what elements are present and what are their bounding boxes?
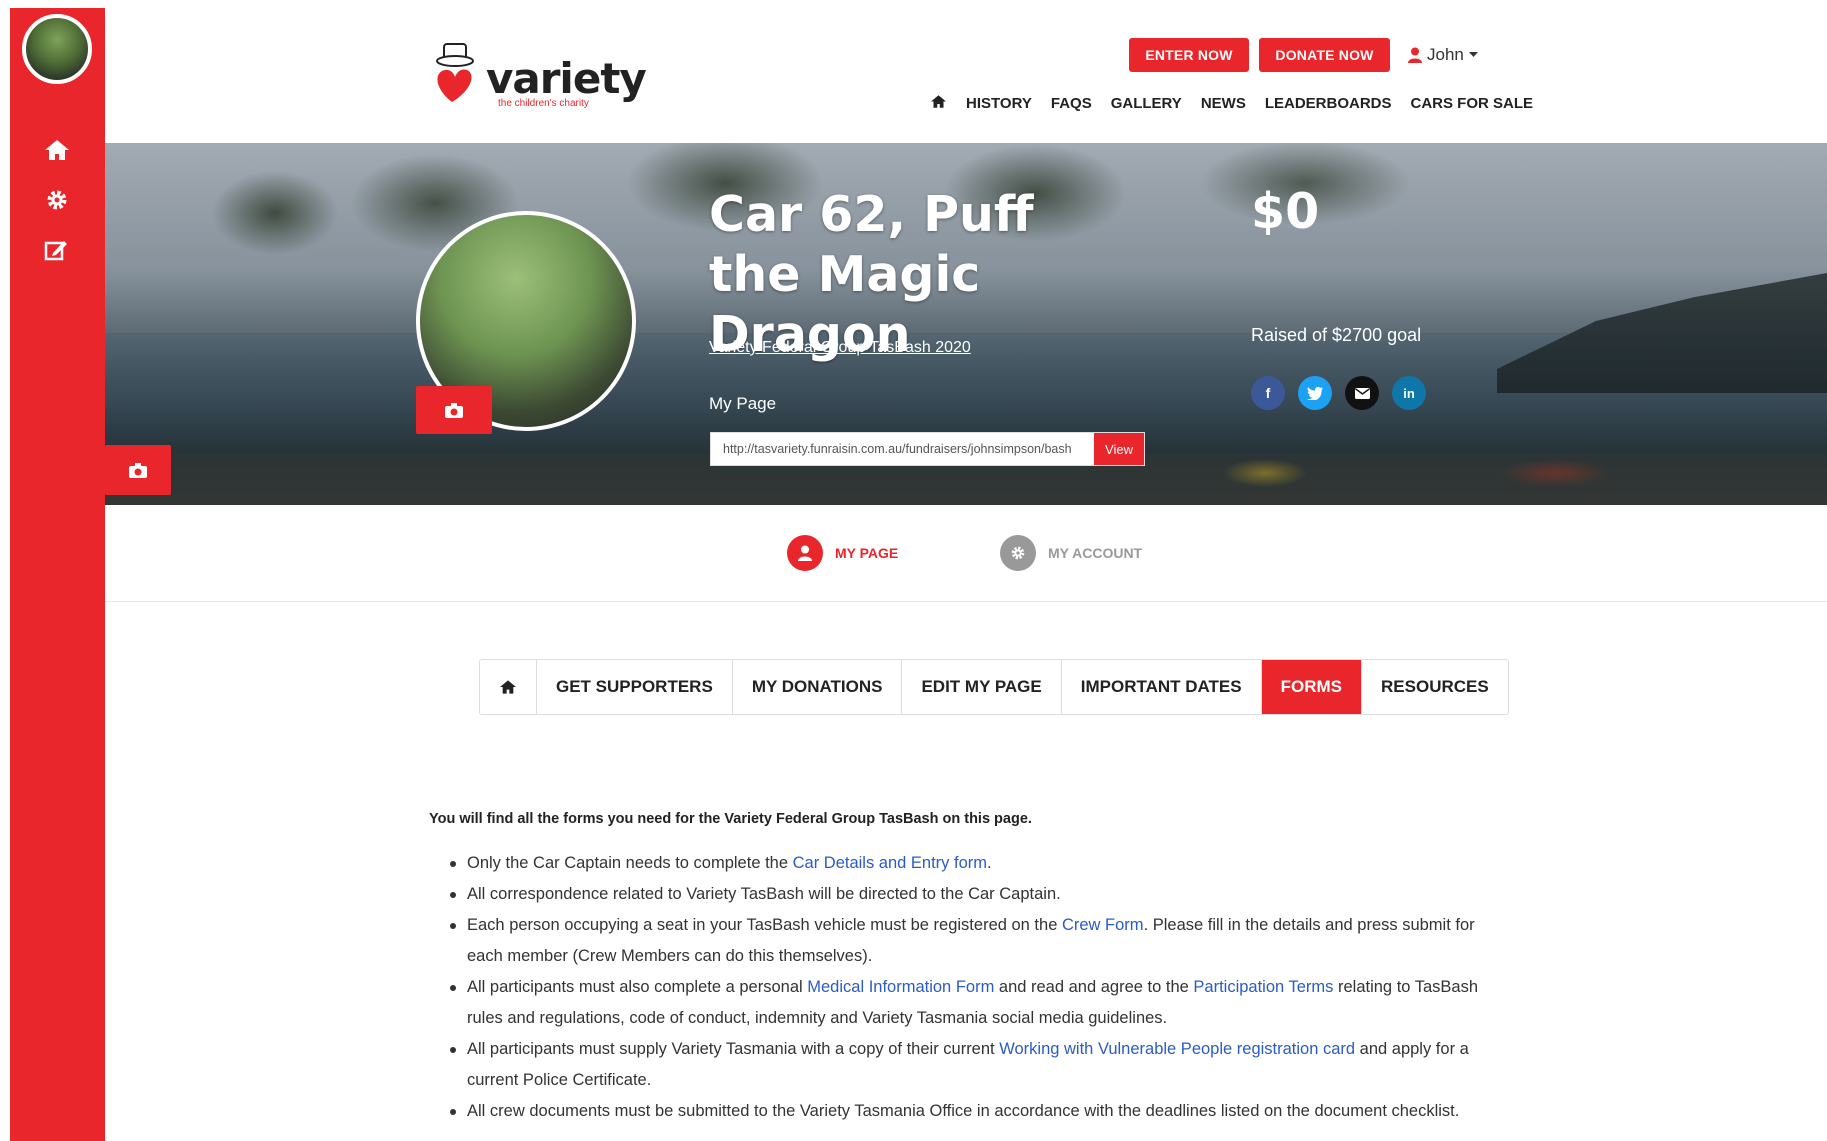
variety-logo[interactable]: variety the children's charity [430,42,647,114]
nav-news[interactable]: NEWS [1201,95,1246,112]
gear-icon[interactable] [40,183,74,217]
view-button[interactable]: View [1094,433,1144,465]
my-page-toggle[interactable]: MY PAGE [787,535,898,571]
home-icon [500,680,516,694]
user-menu[interactable]: John [1408,42,1478,68]
raised-goal-text: Raised of $2700 goal [1251,325,1422,345]
my-account-toggle[interactable]: MY ACCOUNT [1000,535,1142,571]
site-header: variety the children's charity ENTER NOW… [105,0,1827,143]
tab-get-supporters[interactable]: GET SUPPORTERS [537,660,733,714]
gear-icon [1000,535,1036,571]
wwvp-card-link[interactable]: Working with Vulnerable People registrat… [999,1040,1355,1058]
list-item: Only the Car Captain needs to complete t… [450,848,1507,879]
list-item: All correspondence related to Variety Ta… [450,879,1507,910]
my-account-toggle-label: MY ACCOUNT [1048,545,1143,561]
email-icon[interactable] [1345,376,1379,410]
enter-now-button[interactable]: ENTER NOW [1129,38,1249,72]
nav-gallery[interactable]: GALLERY [1111,95,1182,112]
list-item: Each person occupying a seat in your Tas… [450,910,1507,972]
user-icon [1408,47,1422,63]
tab-important-dates[interactable]: IMPORTANT DATES [1062,660,1262,714]
account-toggle: MY PAGE MY ACCOUNT [105,505,1827,602]
page-url-input[interactable] [711,433,1094,465]
home-icon[interactable] [40,133,74,167]
nav-cars-for-sale[interactable]: CARS FOR SALE [1411,95,1534,112]
sidebar-avatar[interactable] [22,14,92,84]
tab-home[interactable] [480,660,537,714]
logo-wordmark: variety [486,54,647,103]
page-title: Car 62, Puff the Magic Dragon [709,186,1034,363]
main-nav: HISTORY FAQS GALLERY NEWS LEADERBOARDS C… [930,94,1552,113]
tab-my-donations[interactable]: MY DONATIONS [733,660,903,714]
tab-resources[interactable]: RESOURCES [1362,660,1508,714]
forms-intro: You will find all the forms you need for… [429,811,1032,827]
edit-icon[interactable] [40,233,74,267]
forms-list: Only the Car Captain needs to complete t… [450,848,1507,1127]
sidebar [10,8,105,1141]
logo-tagline: the children's charity [498,98,589,109]
raised-amount: $0 [1251,183,1320,240]
list-item: All participants must supply Variety Tas… [450,1034,1507,1096]
user-icon [787,535,823,571]
hero-banner: Car 62, Puff the Magic Dragon Variety Fe… [105,143,1827,505]
caret-down-icon [1468,52,1478,57]
linkedin-icon[interactable]: in [1392,376,1426,410]
nav-faqs[interactable]: FAQS [1051,95,1092,112]
camera-icon [445,402,463,418]
event-link[interactable]: Variety Federal Group TasBash 2020 [709,339,971,357]
tab-forms[interactable]: FORMS [1261,660,1363,714]
my-page-toggle-label: MY PAGE [835,545,899,561]
nav-history[interactable]: HISTORY [966,95,1032,112]
camera-icon [129,462,147,478]
twitter-icon[interactable] [1298,376,1332,410]
nav-home-icon[interactable] [930,94,947,113]
page-tabs: GET SUPPORTERS MY DONATIONS EDIT MY PAGE… [479,659,1509,715]
user-name: John [1427,45,1464,64]
profile-camera-button[interactable] [416,386,492,434]
page-url-box: View [710,432,1145,466]
cover-camera-button[interactable] [105,445,171,495]
my-page-label: My Page [709,394,777,413]
nav-leaderboards[interactable]: LEADERBOARDS [1265,95,1392,112]
participation-terms-link[interactable]: Participation Terms [1193,978,1333,996]
donate-now-button[interactable]: DONATE NOW [1259,38,1390,72]
list-item: All crew documents must be submitted to … [450,1096,1507,1127]
car-details-form-link[interactable]: Car Details and Entry form [793,854,987,872]
facebook-icon[interactable]: f [1251,376,1285,410]
crew-form-link[interactable]: Crew Form [1062,916,1144,934]
list-item: All participants must also complete a pe… [450,972,1507,1034]
tab-edit-my-page[interactable]: EDIT MY PAGE [902,660,1062,714]
medical-form-link[interactable]: Medical Information Form [807,978,994,996]
